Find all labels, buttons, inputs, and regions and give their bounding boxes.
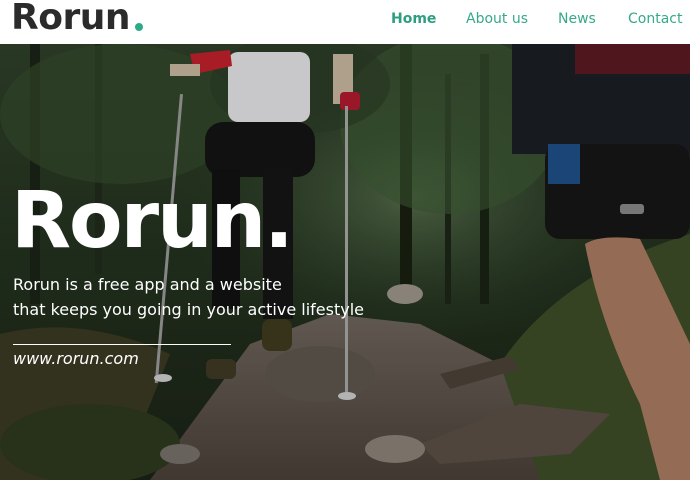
logo-text: Rorun bbox=[11, 0, 130, 38]
nav-about-link[interactable]: About us bbox=[466, 11, 528, 27]
nav-news-link[interactable]: News bbox=[558, 11, 596, 27]
hero-tagline-line2: that keeps you going in your active life… bbox=[13, 300, 364, 319]
hero-divider bbox=[13, 344, 231, 345]
hero-url-link[interactable]: www.rorun.com bbox=[13, 349, 139, 368]
nav-contact-link[interactable]: Contact bbox=[628, 11, 682, 27]
hero-tagline-line1: Rorun is a free app and a website bbox=[13, 275, 282, 294]
hero-banner: Rorun. Rorun is a free app and a website… bbox=[0, 44, 690, 480]
logo-dot bbox=[134, 23, 143, 31]
site-logo[interactable]: Rorun bbox=[11, 0, 143, 40]
page-bottom-margin bbox=[0, 480, 690, 500]
top-navbar: Rorun Home About us News Contact bbox=[0, 0, 690, 44]
nav-home-link[interactable]: Home bbox=[391, 11, 436, 27]
hero-title: Rorun. bbox=[11, 176, 294, 266]
